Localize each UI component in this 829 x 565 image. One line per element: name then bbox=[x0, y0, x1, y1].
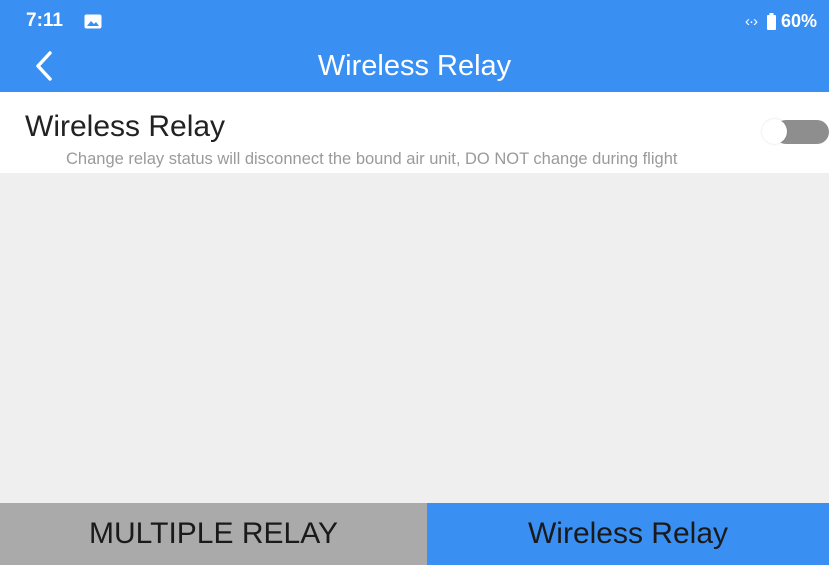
tab-multiple-relay[interactable]: MULTIPLE RELAY bbox=[0, 503, 427, 565]
tab-wireless-relay[interactable]: Wireless Relay bbox=[427, 503, 829, 565]
status-bar: 7:11 ‹·› 60% bbox=[0, 0, 829, 42]
data-transfer-icon: ‹·› bbox=[744, 12, 758, 30]
bottom-tabs: MULTIPLE RELAY Wireless Relay bbox=[0, 503, 829, 565]
content-area bbox=[0, 173, 829, 503]
status-indicators: ‹·› 60% bbox=[745, 10, 817, 32]
setting-description: Change relay status will disconnect the … bbox=[66, 150, 678, 168]
wireless-relay-toggle[interactable] bbox=[762, 119, 829, 144]
status-time: 7:11 bbox=[26, 10, 63, 31]
toggle-thumb bbox=[762, 119, 787, 144]
page-title: Wireless Relay bbox=[317, 50, 512, 82]
battery-level: 60% bbox=[780, 10, 817, 31]
setting-title: Wireless Relay bbox=[25, 110, 226, 143]
battery-icon bbox=[766, 12, 776, 30]
image-icon bbox=[84, 14, 102, 29]
screen: 7:11 ‹·› 60% Wireless Relay Wireless Rel… bbox=[0, 0, 829, 565]
wireless-relay-setting: Wireless Relay Change relay status will … bbox=[0, 92, 829, 173]
app-bar: Wireless Relay bbox=[0, 42, 829, 92]
